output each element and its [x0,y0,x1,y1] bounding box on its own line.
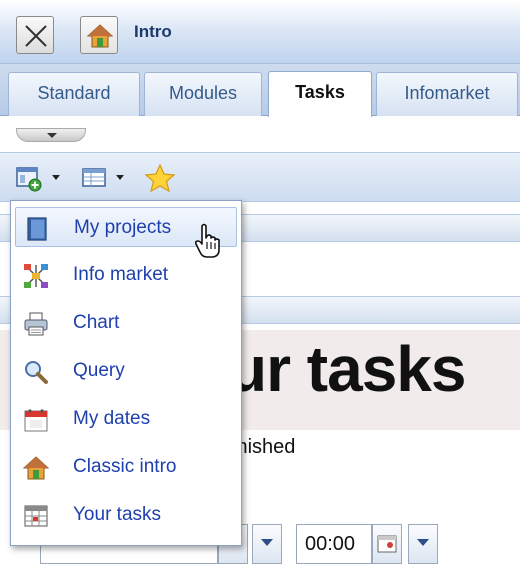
dropdown-arrow-icon [116,175,124,180]
tab-standard[interactable]: Standard [8,72,140,116]
table-view-icon [82,168,106,187]
toolbar [0,152,520,202]
tab-strip: Standard Modules Tasks Infomarket [0,64,520,117]
close-icon [25,25,47,47]
home-button[interactable] [80,16,118,54]
task-grid-icon [24,505,48,527]
book-icon [27,217,47,241]
dropdown-arrow-icon [52,175,60,180]
chevron-down-icon [261,539,273,546]
house-icon [86,24,114,48]
title-bar: Intro [0,0,520,64]
printer-icon [24,312,48,336]
window-title: Intro [134,22,172,41]
date-dropdown-button[interactable] [252,524,282,564]
menu-item-info-market[interactable]: Info market [15,255,237,295]
menu-item-query[interactable]: Query [15,351,237,391]
menu-item-label: Classic intro [73,456,177,477]
menu-item-label: My dates [73,408,151,429]
tab-infomarket[interactable]: Infomarket [376,72,518,116]
new-item-dropdown-button[interactable] [14,163,66,193]
magnifier-icon [25,361,48,384]
house-icon [23,456,49,480]
menu-item-label: Query [73,360,125,381]
calendar-small-icon [377,535,397,553]
new-window-icon [16,167,42,192]
calendar-icon [24,409,48,432]
favorites-button[interactable] [144,163,176,193]
time-dropdown-button[interactable] [408,524,438,564]
network-icon [24,264,48,288]
collapse-handle[interactable] [16,128,86,142]
menu-item-label: Info market [73,264,169,285]
menu-item-your-tasks[interactable]: Your tasks [15,495,237,535]
collapse-arrow-icon [47,133,57,138]
hand-cursor-icon [194,223,220,258]
close-button[interactable] [16,16,54,54]
time-input[interactable]: 00:00 [296,524,372,564]
menu-item-label: My projects [74,217,172,238]
tab-modules[interactable]: Modules [144,72,262,116]
menu-item-label: Your tasks [73,504,162,525]
page-heading: ur tasks [228,333,466,405]
menu-item-label: Chart [73,312,120,333]
menu-item-chart[interactable]: Chart [15,303,237,343]
tab-tasks[interactable]: Tasks [268,71,372,117]
star-icon [144,163,176,193]
menu-item-classic-intro[interactable]: Classic intro [15,447,237,487]
menu-item-my-dates[interactable]: My dates [15,399,237,439]
time-picker-button[interactable] [372,524,402,564]
view-dropdown-button[interactable] [80,163,130,193]
chevron-down-icon [417,539,429,546]
